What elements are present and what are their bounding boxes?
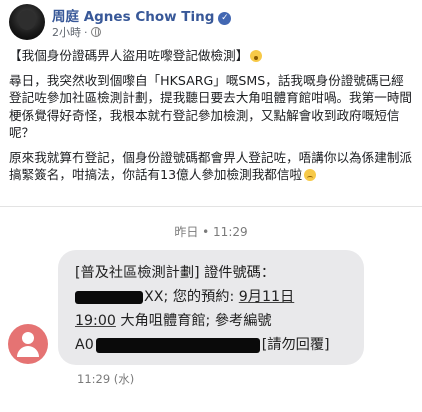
sms-line-4-suffix: [請勿回覆] (261, 337, 330, 353)
author-name[interactable]: 周庭 Agnes Chow Ting (52, 9, 214, 25)
post-photo-sms-screenshot[interactable]: 昨日 • 11:29 [普及社區檢測計劃] 證件號碼： XX; 您的預約: 9月… (0, 206, 422, 412)
sms-sent-time: 11:29 (水) (77, 372, 135, 386)
sms-line-4-prefix: A0 (75, 337, 94, 353)
sms-date-link: 9月11日 (238, 289, 295, 305)
redaction-mark (95, 337, 260, 353)
verified-badge-icon: ✓ (218, 12, 232, 25)
sms-line-1: [普及社區檢測計劃] 證件號碼： (75, 265, 276, 281)
post-paragraph-2-text: 原來我就算冇登記，個身份證號碼都會畀人登記咗，唔講你以為係建制派搞緊簽名，咁搞法… (9, 149, 412, 183)
shocked-face-emoji-icon (250, 50, 263, 62)
sad-face-emoji-icon (304, 169, 317, 181)
sms-line-3: 19:00 大角咀體育館; 參考編號 (75, 309, 365, 333)
post-time[interactable]: 2小時 (52, 26, 81, 39)
sms-message-bubble: [普及社區檢測計劃] 證件號碼： XX; 您的預約: 9月11日 19:00 大… (58, 250, 364, 365)
post-paragraph-2: 原來我就算冇登記，個身份證號碼都會畀人登記咗，唔講你以為係建制派搞緊簽名，咁搞法… (9, 149, 415, 184)
meta-separator: · (84, 26, 88, 39)
post-headline: 【我個身份證碼畀人盜用咗嚟登記做檢測】 (9, 47, 415, 65)
sms-line-2: XX; 您的預約: 9月11日 (75, 285, 365, 309)
sms-line-4: A0 [請勿回覆] (75, 333, 365, 357)
sms-line-2-text: XX; 您的預約: (144, 289, 239, 305)
sms-message-text: [普及社區檢測計劃] 證件號碼： XX; 您的預約: 9月11日 19:00 大… (75, 261, 365, 357)
sms-date-timestamp: 昨日 • 11:29 (174, 225, 248, 239)
sms-time-link: 19:00 (75, 313, 116, 329)
sender-avatar-icon (8, 324, 48, 364)
post-headline-text: 【我個身份證碼畀人盜用咗嚟登記做檢測】 (9, 48, 249, 63)
author-name-link[interactable]: 周庭 Agnes Chow Ting ✓ (52, 5, 232, 25)
post-paragraph-1: 尋日，我突然收到個嚟自「HKSARG」嘅SMS，話我嘅身份證號碼已經登記咗參加社… (9, 72, 412, 141)
redaction-mark (75, 290, 143, 304)
profile-avatar[interactable] (9, 4, 45, 40)
post-meta: 2小時 · (52, 24, 101, 40)
sms-line-3-text: 大角咀體育館; 參考編號 (115, 313, 272, 329)
globe-icon[interactable] (90, 27, 101, 37)
post-header: 周庭 Agnes Chow Ting ✓ 2小時 · (0, 0, 422, 44)
post-body: 【我個身份證碼畀人盜用咗嚟登記做檢測】 尋日，我突然收到個嚟自「HKSARG」嘅… (9, 47, 415, 191)
